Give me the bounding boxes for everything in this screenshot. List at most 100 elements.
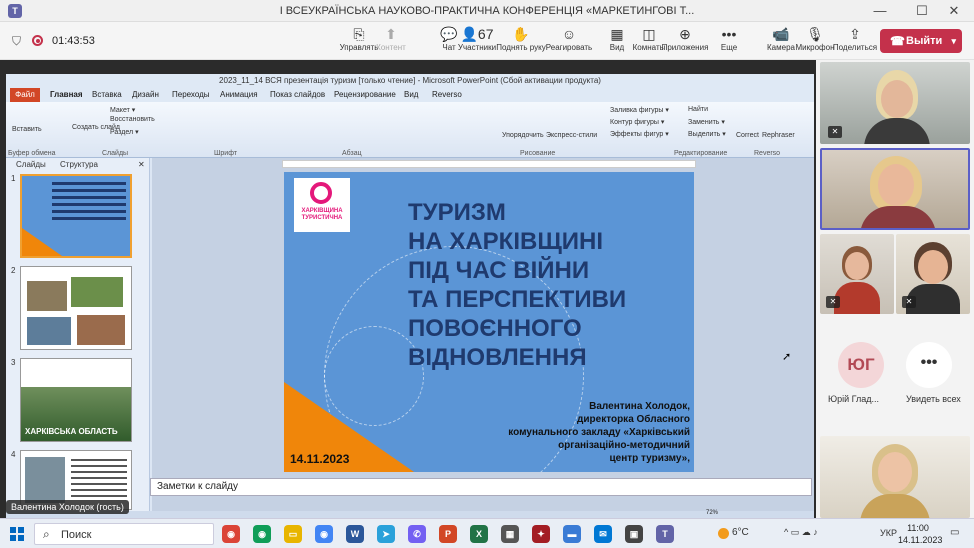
slide-thumbnail-3[interactable]: ХАРКІВСЬКА ОБЛАСТЬ <box>20 358 132 442</box>
people-icon: 👤67 <box>460 26 494 42</box>
people-button[interactable]: 👤67 Участники <box>452 25 502 59</box>
chrome-icon-2[interactable]: ◉ <box>253 525 271 543</box>
ribbon-command[interactable]: Эффекты фигур ▾ <box>610 130 669 138</box>
ppt-file-tab[interactable]: Файл <box>10 88 40 102</box>
tab-slides[interactable]: Слайды <box>16 160 46 169</box>
ppt-ribbon: Вставить Создать слайд Макет ▾ Восстановить… <box>6 102 814 158</box>
phone-icon: ☎ <box>890 34 905 48</box>
leave-button[interactable]: ☎ Выйти ▾ <box>880 29 962 53</box>
share-button[interactable]: ⇪ Поделиться <box>830 25 880 59</box>
ribbon-command[interactable]: Correct <box>736 132 759 139</box>
ribbon-command[interactable]: Заменить ▾ <box>688 118 725 126</box>
slide-thumbnail-2[interactable] <box>20 266 132 350</box>
ppt-menu-item[interactable]: Показ слайдов <box>270 90 325 99</box>
chrome-icon-3[interactable]: ◉ <box>315 525 333 543</box>
ribbon-command[interactable]: Раздел ▾ <box>110 128 139 136</box>
clock-time: 11:00 <box>907 523 929 533</box>
system-tray[interactable]: ^ ▭ ☁ ♪ <box>784 527 818 538</box>
weather-widget[interactable]: 6°C <box>718 527 749 539</box>
raise-hand-icon: ✋ <box>512 26 530 42</box>
mic-off-icon: ✕ <box>826 296 840 308</box>
chrome-icon[interactable]: ◉ <box>222 525 240 543</box>
apps-icon: ⊕ <box>679 26 691 42</box>
ribbon-command[interactable]: Rephraser <box>762 132 795 139</box>
toolbar-label: Приложения <box>661 43 709 52</box>
viber-icon[interactable]: ✆ <box>408 525 426 543</box>
ppt-menu-item[interactable]: Переходы <box>172 90 210 99</box>
share-icon: ⇪ <box>849 26 861 42</box>
ppt-menu-item[interactable]: Reverso <box>432 90 462 99</box>
ppt-menu-item[interactable]: Вид <box>404 90 418 99</box>
participant-tile[interactable]: ✕ <box>820 234 894 314</box>
more-icon: ••• <box>721 26 737 42</box>
participant-tile[interactable]: ✕ <box>820 62 970 144</box>
recording-icon <box>32 35 43 46</box>
participant-face <box>878 452 912 492</box>
ppt-menu-item[interactable]: Главная <box>50 90 83 99</box>
ppt-menu-item[interactable]: Дизайн <box>132 90 159 99</box>
ppt-menu-item[interactable]: Вставка <box>92 90 122 99</box>
thumb-number: 1 <box>11 174 16 183</box>
ribbon-command[interactable]: Экспресс-стили <box>546 132 597 139</box>
content-button[interactable]: ⬆ Контент <box>366 25 416 59</box>
powerpoint-icon[interactable]: P <box>439 525 457 543</box>
slide-canvas: ХАРКІВЩИНА ТУРИСТИЧНА ТУРИЗМ НА ХАРКІВЩИ… <box>152 158 814 518</box>
tab-outline[interactable]: Структура <box>60 160 98 169</box>
ribbon-group-label: Абзац <box>342 150 362 157</box>
ribbon-command[interactable]: Найти <box>688 106 708 113</box>
raise-hand-button[interactable]: ✋ Поднять руку <box>496 25 546 59</box>
close-panel-icon[interactable]: ✕ <box>138 160 145 169</box>
excel-icon[interactable]: X <box>470 525 488 543</box>
ribbon-command[interactable]: Заливка фигуры ▾ <box>610 106 669 114</box>
ribbon-command[interactable]: Вставить <box>12 126 42 133</box>
language-indicator[interactable]: УКР <box>880 528 897 538</box>
store-icon[interactable]: ▣ <box>625 525 643 543</box>
app-icon-flag[interactable]: ▬ <box>563 525 581 543</box>
teams-icon[interactable]: T <box>656 525 674 543</box>
participant-tile-active[interactable] <box>820 148 970 230</box>
shield-icon[interactable]: ⛉ <box>12 34 21 49</box>
thumb-number: 3 <box>11 358 16 367</box>
ribbon-command[interactable]: Упорядочить <box>502 132 544 139</box>
apps-button[interactable]: ⊕ Приложения <box>660 25 710 59</box>
minimize-button[interactable]: — <box>860 2 900 20</box>
app-icon-red[interactable]: ✦ <box>532 525 550 543</box>
telegram-icon[interactable]: ➤ <box>377 525 395 543</box>
current-slide[interactable]: ХАРКІВЩИНА ТУРИСТИЧНА ТУРИЗМ НА ХАРКІВЩИ… <box>284 172 694 472</box>
clock[interactable]: 11:00 14.11.2023 <box>898 522 942 546</box>
calculator-icon[interactable]: ▦ <box>501 525 519 543</box>
slide-logo: ХАРКІВЩИНА ТУРИСТИЧНА <box>294 178 350 232</box>
participant-tile[interactable]: ✕ <box>896 234 970 314</box>
slide-thumbnail-1[interactable] <box>20 174 132 258</box>
ribbon-group-label: Редактирование <box>674 150 728 157</box>
participant-tile[interactable] <box>820 436 970 518</box>
windows-start-icon[interactable] <box>10 527 24 541</box>
react-button[interactable]: ☺ Реагировать <box>544 25 594 59</box>
slide-date: 14.11.2023 <box>290 452 350 466</box>
word-icon[interactable]: W <box>346 525 364 543</box>
ppt-menu-item[interactable]: Анимация <box>220 90 258 99</box>
mail-icon[interactable]: ✉ <box>594 525 612 543</box>
toolbar-label: Поделиться <box>832 43 878 52</box>
ppt-menu-item[interactable]: Рецензирование <box>334 90 396 99</box>
ribbon-command[interactable]: Восстановить <box>110 116 155 123</box>
participant-name: Юрій Глад... <box>828 394 880 404</box>
leave-label: Выйти <box>906 35 943 47</box>
explorer-icon[interactable]: ▭ <box>284 525 302 543</box>
chevron-down-icon[interactable]: ▾ <box>951 29 956 53</box>
ribbon-command[interactable]: Контур фигуры ▾ <box>610 118 664 126</box>
notes-field[interactable]: Заметки к слайду <box>150 478 812 496</box>
see-all-button[interactable]: ••• <box>906 342 952 388</box>
participant-body <box>860 206 936 228</box>
more-button[interactable]: ••• Еще <box>704 25 754 59</box>
participant-body <box>834 282 880 314</box>
avatar[interactable]: ЮГ <box>838 342 884 388</box>
ribbon-group-label: Reverso <box>754 150 781 157</box>
notification-icon[interactable]: ▭ <box>950 527 959 538</box>
ribbon-command[interactable]: Макет ▾ <box>110 106 135 114</box>
participant-face <box>878 164 914 206</box>
close-button[interactable]: ✕ <box>934 2 974 20</box>
ribbon-command[interactable]: Выделить ▾ <box>688 130 726 138</box>
search-input[interactable]: ⌕ Поиск <box>34 523 214 545</box>
sun-icon <box>718 528 729 539</box>
